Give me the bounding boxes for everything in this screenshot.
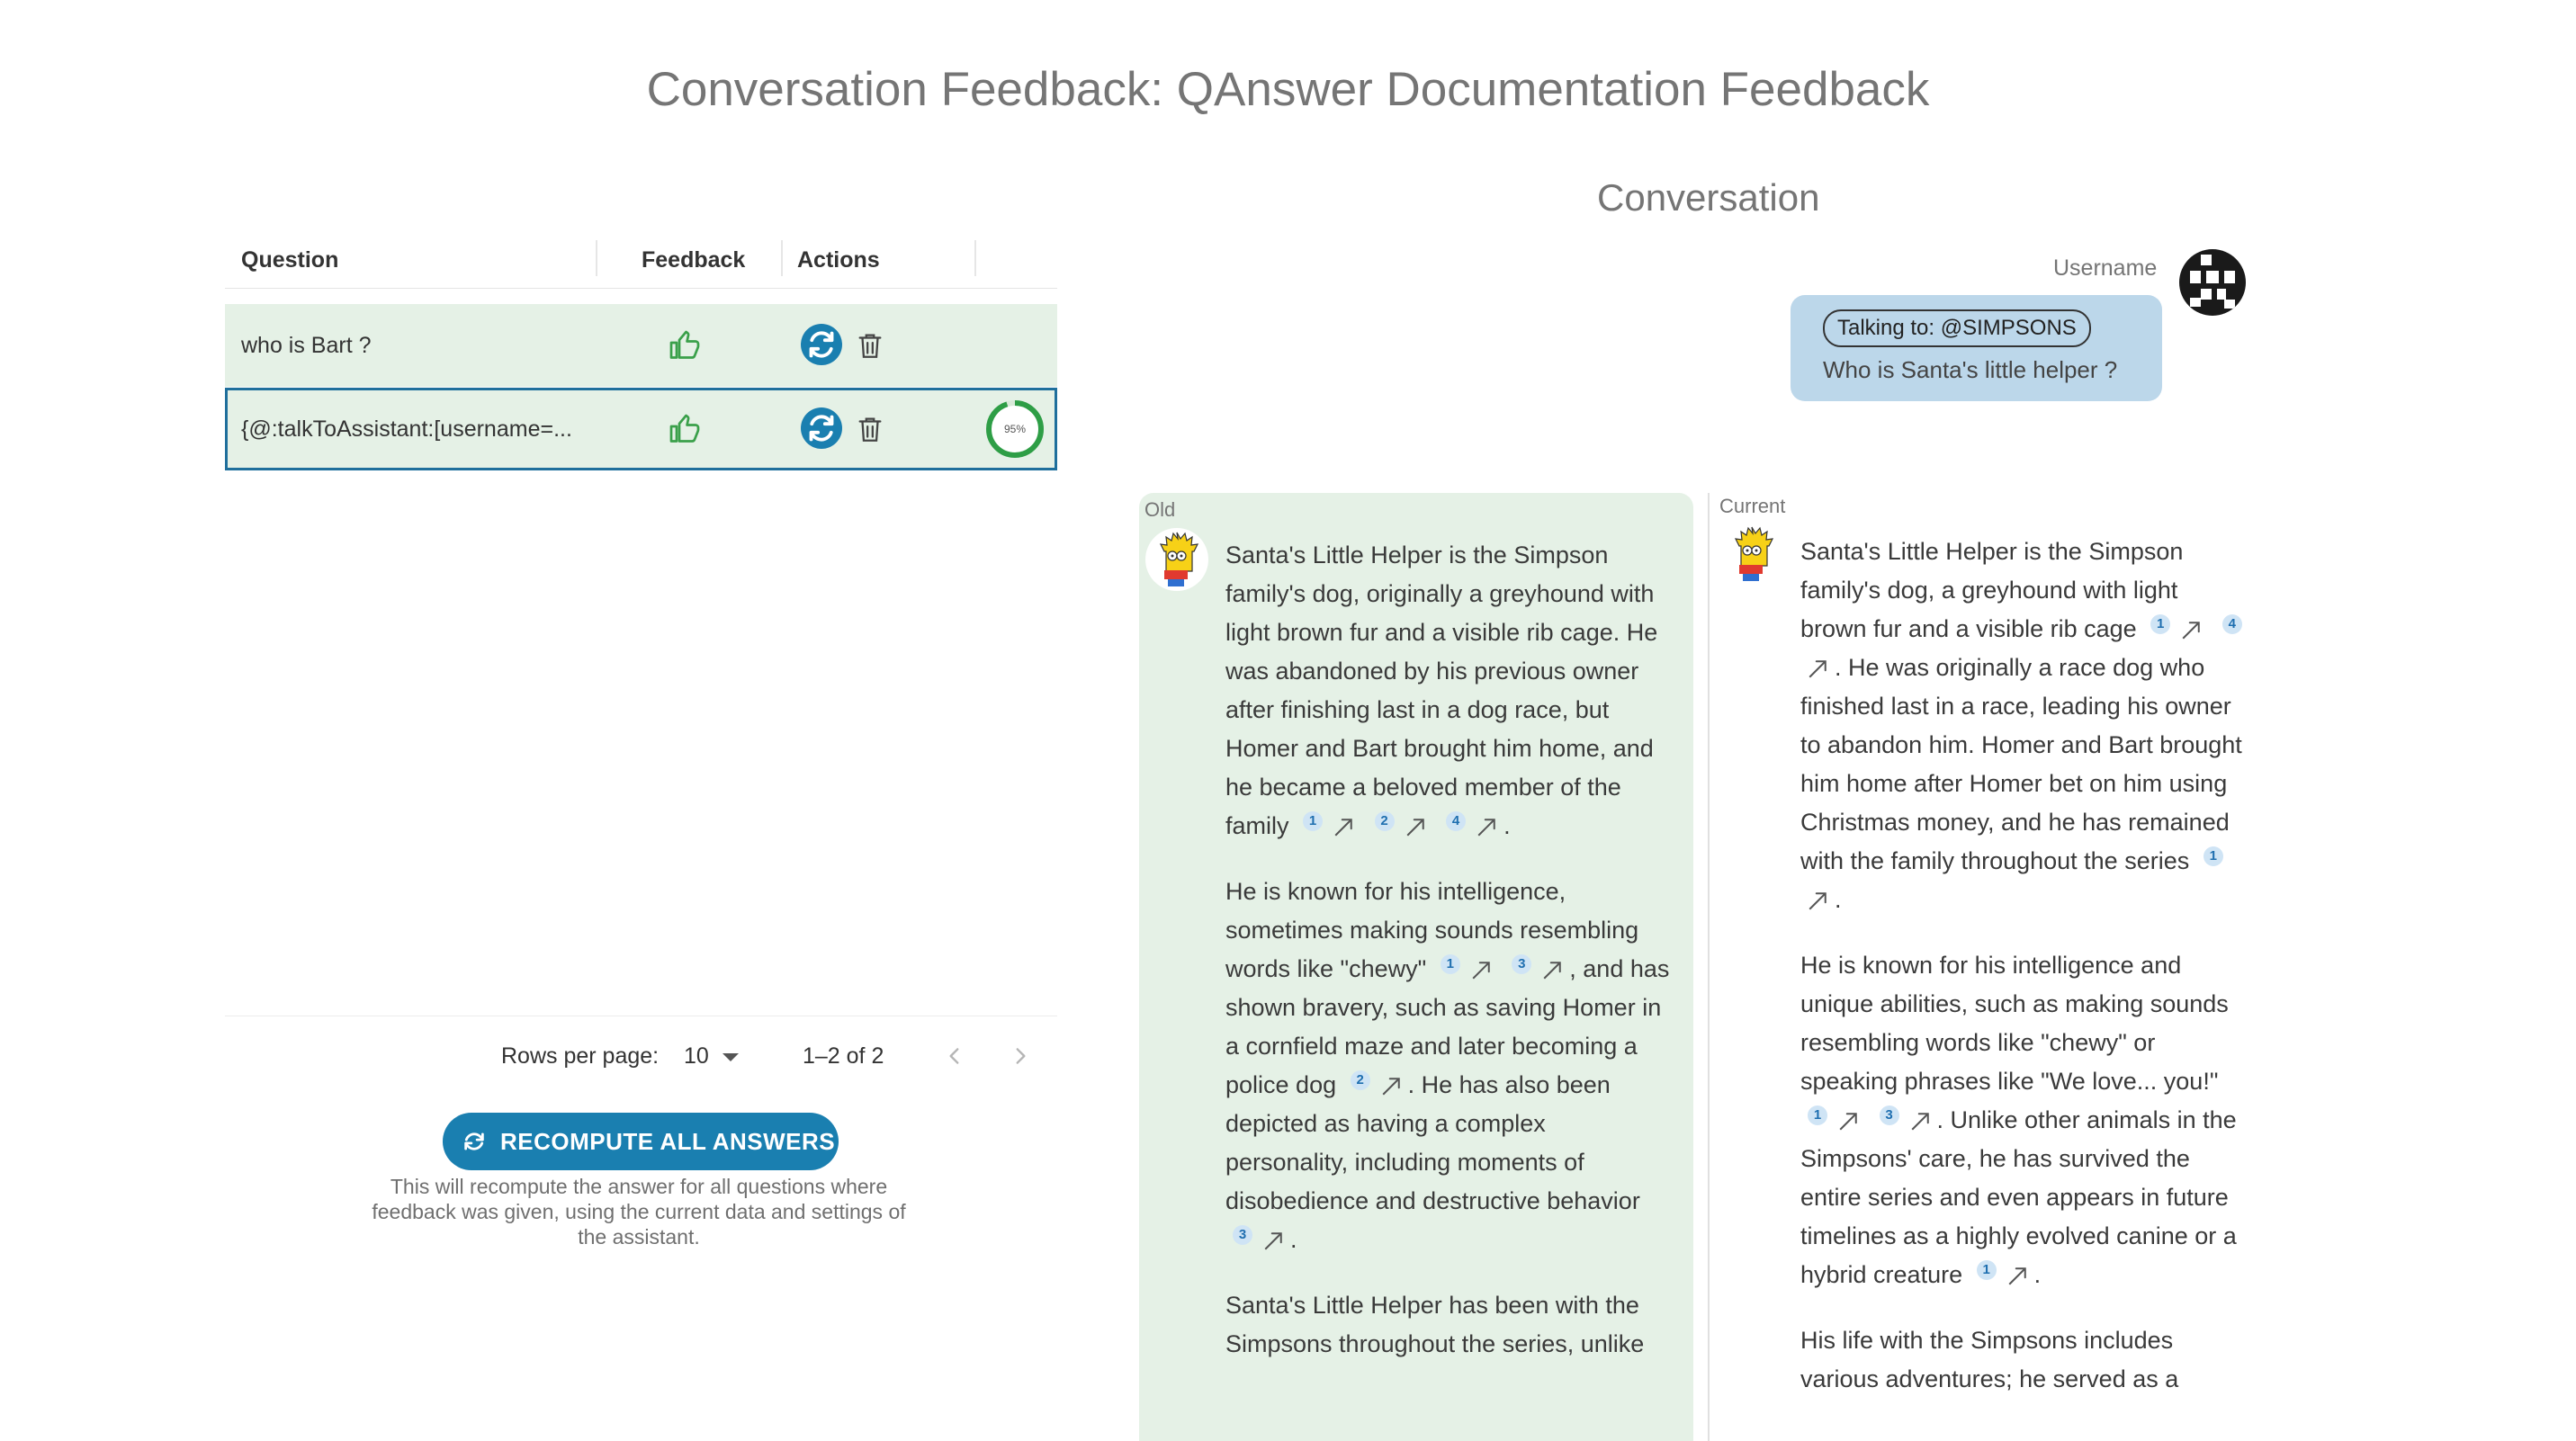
similarity-progress-ring: 95% (986, 400, 1044, 458)
answer-text: . He was originally a race dog who finis… (1800, 654, 2242, 874)
old-label: Old (1144, 498, 1176, 521)
page-title: Conversation Feedback: QAnswer Documenta… (646, 63, 1930, 116)
old-answer-panel: Old Santa's Little Helper is the Simpson… (1139, 493, 1693, 1441)
answer-paragraph: He is known for his intelligence, someti… (1225, 878, 1670, 1255)
citation-badge[interactable]: 1 (2203, 846, 2223, 866)
external-link-icon[interactable] (1804, 888, 1831, 915)
talking-to-chip[interactable]: Talking to: @SIMPSONS (1823, 309, 2091, 347)
user-avatar-icon (2178, 248, 2247, 317)
citation-badge[interactable]: 1 (1808, 1105, 1827, 1125)
answer-paragraph: His life with the Simpsons includes vari… (1800, 1321, 2247, 1399)
external-link-icon[interactable] (2177, 617, 2204, 644)
answer-text: His life with the Simpsons includes vari… (1800, 1327, 2179, 1392)
answer-paragraph: He is known for his intelligence and uni… (1800, 952, 2237, 1290)
external-link-icon[interactable] (2004, 1263, 2031, 1290)
external-link-icon[interactable] (1260, 1228, 1287, 1255)
citation-badge[interactable]: 3 (1512, 954, 1532, 974)
recompute-answer-button[interactable] (801, 407, 842, 449)
external-link-icon[interactable] (1804, 656, 1831, 683)
column-header-actions[interactable]: Actions (797, 247, 880, 273)
chevron-right-icon[interactable] (1009, 1042, 1032, 1070)
feedback-table: Question Feedback Actions who is Bart ? … (225, 229, 1057, 470)
citation-badge[interactable]: 1 (1303, 811, 1324, 831)
citation-badge[interactable]: 3 (1879, 1105, 1899, 1125)
answer-text: Santa's Little Helper has been with the … (1225, 1292, 1645, 1357)
citation-badge[interactable]: 2 (1374, 811, 1395, 831)
answer-paragraph: Santa's Little Helper is the Simpson fam… (1800, 538, 2242, 915)
column-separator (781, 240, 783, 276)
external-link-icon[interactable] (1835, 1108, 1862, 1135)
external-link-icon[interactable] (1907, 1108, 1934, 1135)
external-link-icon[interactable] (1468, 957, 1494, 984)
page-info: 1–2 of 2 (803, 1043, 884, 1069)
delete-icon[interactable] (855, 329, 885, 362)
question-cell[interactable]: who is Bart ? (241, 333, 592, 359)
column-header-question[interactable]: Question (241, 247, 338, 273)
refresh-icon (809, 331, 834, 358)
rows-per-page-select[interactable]: 10 (684, 1043, 709, 1070)
answer-text: He is known for his intelligence and uni… (1800, 952, 2229, 1095)
assistant-avatar-icon (1145, 528, 1208, 591)
username-label: Username (2053, 255, 2158, 281)
thumbs-up-icon[interactable] (669, 413, 701, 445)
external-link-icon[interactable] (1402, 814, 1429, 841)
citation-badge[interactable]: 1 (1976, 1260, 1997, 1280)
recompute-all-answers-button[interactable]: RECOMPUTE ALL ANSWERS (443, 1113, 839, 1170)
recompute-answer-button[interactable] (801, 324, 842, 365)
assistant-avatar-icon (1720, 523, 1783, 586)
thumbs-up-icon[interactable] (669, 329, 701, 362)
caret-down-icon[interactable] (723, 1053, 739, 1061)
question-cell[interactable]: {@:talkToAssistant:[username=... (241, 416, 592, 443)
refresh-icon (809, 415, 834, 442)
column-header-feedback[interactable]: Feedback (642, 247, 745, 273)
citation-badge[interactable]: 2 (1350, 1070, 1370, 1090)
column-separator (596, 240, 597, 276)
old-answer-text: Santa's Little Helper is the Simpson fam… (1225, 536, 1672, 1391)
table-row[interactable]: {@:talkToAssistant:[username=... 95% (225, 388, 1057, 470)
citation-badge[interactable]: 4 (1446, 811, 1467, 831)
answer-text: Santa's Little Helper is the Simpson fam… (1800, 538, 2184, 642)
user-message-bubble: Talking to: @SIMPSONS Who is Santa's lit… (1791, 295, 2162, 401)
external-link-icon[interactable] (1330, 814, 1357, 841)
citation-badge[interactable]: 1 (2150, 614, 2171, 634)
panel-divider (1708, 493, 1710, 1441)
answer-paragraph: Santa's Little Helper has been with the … (1225, 1286, 1672, 1364)
user-question: Who is Santa's little helper ? (1823, 356, 2118, 383)
conversation-title: Conversation (1597, 176, 1820, 219)
chevron-left-icon[interactable] (943, 1042, 966, 1070)
recompute-note: This will recompute the answer for all q… (372, 1175, 906, 1249)
answer-text: Santa's Little Helper is the Simpson fam… (1225, 541, 1658, 839)
answer-paragraph: Santa's Little Helper is the Simpson fam… (1225, 541, 1658, 841)
current-answer-text: Santa's Little Helper is the Simpson fam… (1800, 533, 2247, 1441)
external-link-icon[interactable] (1473, 814, 1500, 841)
external-link-icon[interactable] (1539, 957, 1566, 984)
answer-text: . Unlike other animals in the Simpsons' … (1800, 1106, 2237, 1288)
delete-icon[interactable] (855, 413, 885, 445)
refresh-icon (464, 1132, 484, 1150)
table-header: Question Feedback Actions (225, 229, 1057, 289)
column-separator (974, 240, 976, 276)
table-row[interactable]: who is Bart ? (225, 304, 1057, 387)
citation-badge[interactable]: 4 (2221, 614, 2242, 634)
progress-label: 95% (1004, 423, 1026, 435)
citation-badge[interactable]: 1 (1440, 954, 1460, 974)
external-link-icon[interactable] (1378, 1073, 1405, 1100)
current-label: Current (1719, 495, 1786, 517)
recompute-all-label: RECOMPUTE ALL ANSWERS (500, 1128, 836, 1155)
citation-badge[interactable]: 3 (1233, 1225, 1252, 1245)
rows-per-page-label: Rows per page: (501, 1043, 660, 1069)
